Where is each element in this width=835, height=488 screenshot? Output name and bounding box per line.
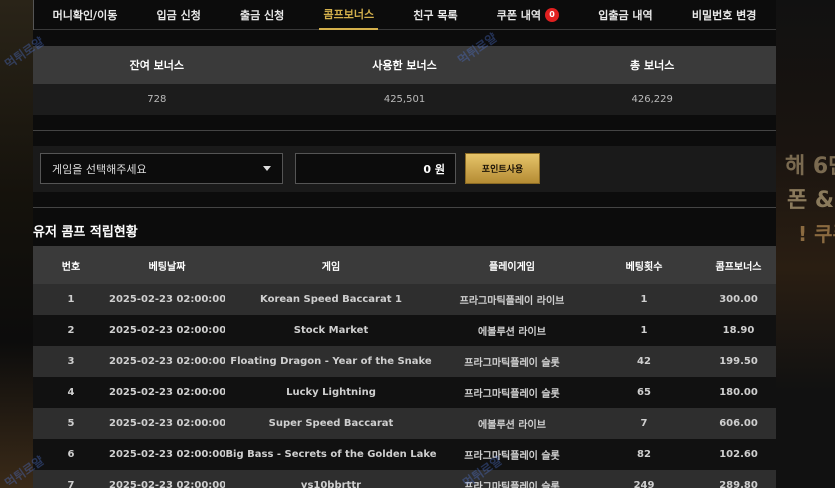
remaining-bonus-value: 728 [147, 94, 167, 105]
cell-bet-date: 2025-02-23 02:00:00 [109, 449, 225, 460]
divider [33, 207, 776, 208]
cell-bet-count: 1 [640, 325, 648, 336]
cell-bet-date: 2025-02-23 02:00:00 [109, 294, 225, 305]
cell-comp-bonus: 289.80 [719, 480, 758, 488]
header-used-bonus: 사용한 보너스 [372, 59, 437, 72]
cell-number: 7 [67, 480, 75, 488]
cell-bet-date: 2025-02-23 02:00:00 [109, 387, 225, 398]
comp-header-row: 번호 베팅날짜 게임 플레이게임 베팅횟수 콤프보너스 [33, 246, 776, 284]
comp-history-table: 번호 베팅날짜 게임 플레이게임 베팅횟수 콤프보너스 1 2025-02-23… [33, 246, 776, 488]
cell-number: 2 [67, 325, 75, 336]
cell-comp-bonus: 300.00 [719, 294, 758, 305]
game-select[interactable]: 게임을 선택해주세요 [40, 153, 283, 184]
cell-bet-date: 2025-02-23 02:00:00 [109, 418, 225, 429]
nav-label: 쿠폰 내역 [496, 8, 542, 22]
cell-game: Floating Dragon - Year of the Snake [230, 356, 432, 367]
header-provider: 플레이게임 [489, 261, 535, 273]
nav-label: 비밀번호 변경 [691, 8, 757, 22]
cell-bet-count: 82 [637, 449, 651, 460]
game-select-placeholder: 게임을 선택해주세요 [52, 162, 147, 176]
cell-game: Stock Market [293, 325, 369, 336]
nav-left-border [33, 0, 34, 30]
cell-bet-count: 249 [633, 480, 655, 488]
cell-game: Lucky Lightning [286, 387, 376, 398]
section-title: 유저 콤프 적립현황 [33, 225, 138, 240]
point-amount-input[interactable]: 0 원 [295, 153, 456, 184]
table-row: 3 2025-02-23 02:00:00 Floating Dragon - … [33, 346, 776, 377]
cell-provider: 프라그마틱플레이 라이브 [459, 296, 565, 307]
promo-text-3: ! 쿠폰 [798, 222, 835, 246]
table-row: 2 2025-02-23 02:00:00 Stock Market 에볼루션 … [33, 315, 776, 346]
cell-game: Super Speed Baccarat [268, 418, 394, 429]
chevron-down-icon [263, 166, 271, 171]
point-use-form: 게임을 선택해주세요 0 원 포인트사용 [33, 146, 776, 192]
cell-bet-date: 2025-02-23 02:00:00 [109, 480, 225, 488]
bonus-summary-table: 잔여 보너스 사용한 보너스 총 보너스 728 425,501 426,229 [33, 46, 776, 115]
cell-provider: 프라그마틱플레이 슬롯 [464, 389, 560, 400]
total-bonus-value: 426,229 [631, 94, 673, 105]
header-game: 게임 [321, 261, 341, 273]
table-row: 7 2025-02-23 02:00:00 vs10bbrttr 프라그마틱플레… [33, 470, 776, 488]
cell-number: 6 [67, 449, 75, 460]
cell-game: Big Bass - Secrets of the Golden Lake [225, 449, 437, 460]
nav-transaction-history[interactable]: 입출금 내역 [594, 0, 656, 30]
background-left-decoration [0, 0, 33, 488]
header-number: 번호 [61, 261, 81, 273]
cell-bet-count: 42 [637, 356, 651, 367]
nav-coupons[interactable]: 쿠폰 내역 0 [493, 0, 563, 30]
nav-label: 친구 목록 [413, 8, 458, 22]
summary-value-row: 728 425,501 426,229 [33, 84, 776, 115]
summary-header-row: 잔여 보너스 사용한 보너스 총 보너스 [33, 46, 776, 84]
promo-text-1: 해 6만 [785, 154, 835, 179]
cell-bet-count: 1 [640, 294, 648, 305]
cell-number: 5 [67, 418, 75, 429]
cell-game: Korean Speed Baccarat 1 [260, 294, 402, 305]
nav-label: 출금 신청 [239, 8, 285, 22]
nav-friends[interactable]: 친구 목록 [409, 0, 461, 30]
nav-label: 입출금 내역 [598, 8, 653, 22]
nav-money-check[interactable]: 머니확인/이동 [49, 0, 122, 30]
coupon-count-badge: 0 [545, 7, 560, 22]
cell-game: vs10bbrttr [300, 480, 362, 488]
promo-text-2: 폰 & [787, 188, 835, 213]
header-bet-count: 베팅횟수 [625, 261, 663, 273]
cell-provider: 에볼루션 라이브 [478, 327, 546, 338]
header-remaining-bonus: 잔여 보너스 [129, 59, 185, 72]
cell-comp-bonus: 606.00 [719, 418, 758, 429]
nav-withdraw[interactable]: 출금 신청 [236, 0, 288, 30]
cell-provider: 프라그마틱플레이 슬롯 [464, 358, 560, 369]
top-nav: 머니확인/이동 입금 신청 출금 신청 콤프보너스 친구 목록 쿠폰 내역 0 입… [33, 0, 776, 30]
cell-comp-bonus: 180.00 [719, 387, 758, 398]
header-total-bonus: 총 보너스 [630, 59, 675, 72]
cell-number: 4 [67, 387, 75, 398]
cell-bet-count: 65 [637, 387, 651, 398]
nav-label: 콤프보너스 [323, 7, 375, 21]
use-points-button[interactable]: 포인트사용 [465, 153, 540, 184]
nav-label: 머니확인/이동 [52, 8, 118, 22]
nav-comp-bonus[interactable]: 콤프보너스 [319, 0, 379, 30]
nav-label: 입금 신청 [156, 8, 201, 22]
cell-comp-bonus: 102.60 [719, 449, 758, 460]
cell-provider: 에볼루션 라이브 [478, 420, 546, 431]
table-row: 6 2025-02-23 02:00:00 Big Bass - Secrets… [33, 439, 776, 470]
table-row: 1 2025-02-23 02:00:00 Korean Speed Bacca… [33, 284, 776, 315]
cell-comp-bonus: 18.90 [722, 325, 755, 336]
cell-provider: 프라그마틱플레이 슬롯 [464, 482, 560, 488]
divider [33, 130, 776, 131]
header-bet-date: 베팅날짜 [148, 261, 186, 273]
cell-number: 3 [67, 356, 75, 367]
cell-bet-date: 2025-02-23 02:00:00 [109, 356, 225, 367]
table-row: 5 2025-02-23 02:00:00 Super Speed Baccar… [33, 408, 776, 439]
cell-provider: 프라그마틱플레이 슬롯 [464, 451, 560, 462]
used-bonus-value: 425,501 [383, 94, 426, 105]
cell-comp-bonus: 199.50 [719, 356, 758, 367]
nav-change-password[interactable]: 비밀번호 변경 [688, 0, 761, 30]
table-row: 4 2025-02-23 02:00:00 Lucky Lightning 프라… [33, 377, 776, 408]
cell-bet-date: 2025-02-23 02:00:00 [109, 325, 225, 336]
cell-bet-count: 7 [640, 418, 648, 429]
cell-number: 1 [67, 294, 75, 305]
header-comp-bonus: 콤프보너스 [715, 261, 762, 273]
nav-deposit[interactable]: 입금 신청 [153, 0, 205, 30]
